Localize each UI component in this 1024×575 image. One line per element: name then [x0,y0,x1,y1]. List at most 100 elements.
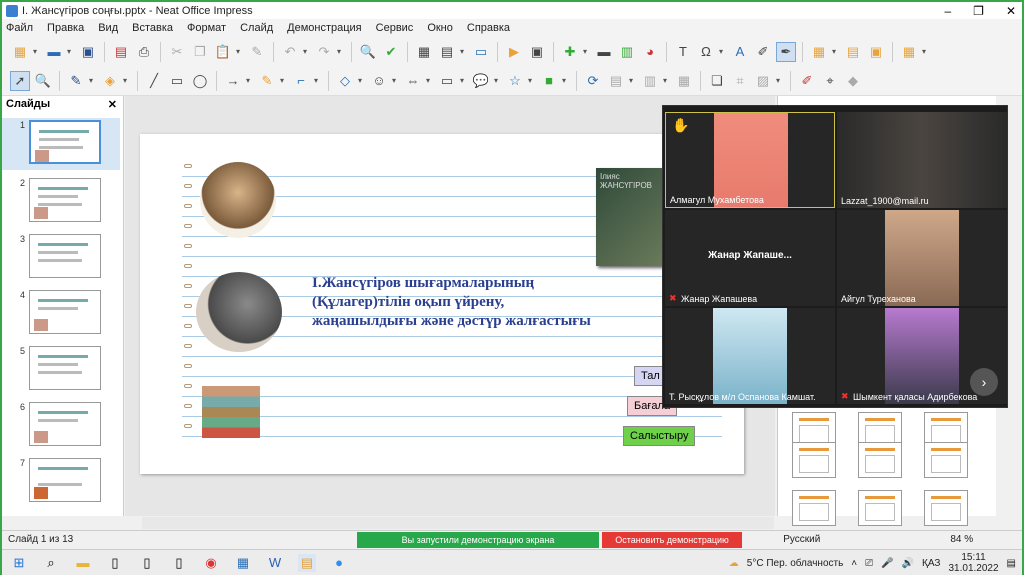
chevron-down-icon[interactable]: ▾ [123,76,131,85]
layout-thumbnail[interactable] [792,442,836,478]
new-icon[interactable]: ▦ [10,42,30,62]
export-pdf-icon[interactable]: ▤ [111,42,131,62]
chevron-down-icon[interactable]: ▾ [528,76,536,85]
menu-edit[interactable]: Правка [47,22,84,34]
textbox-icon[interactable]: T [673,42,693,62]
slide-thumbnail[interactable]: 5 [2,344,120,396]
chevron-down-icon[interactable]: ▾ [314,76,322,85]
connector-icon[interactable]: ⌐ [291,71,311,91]
redo-icon[interactable]: ↷ [314,42,334,62]
file-explorer-icon[interactable]: ▬ [74,554,92,572]
weather-text[interactable]: 5°C Пер. облачность [747,558,844,569]
chevron-down-icon[interactable]: ▾ [460,76,468,85]
slide-thumbnail[interactable]: 7 [2,456,120,508]
chevron-down-icon[interactable]: ▾ [236,47,244,56]
chevron-down-icon[interactable]: ▾ [583,47,591,56]
file-icon[interactable]: ▯ [170,554,188,572]
slide-thumbnail[interactable]: 2 [2,176,120,228]
slide-canvas[interactable]: І.Жансүгіров шығармаларының (Құлагер)тіл… [140,134,744,474]
format-paint-icon[interactable]: ✎ [247,42,267,62]
fontwork-icon[interactable]: A [730,42,750,62]
grid-icon[interactable]: ▦ [414,42,434,62]
book-cover-image[interactable]: Ілияс ЖАНСҮГІРОВ [596,168,662,266]
smiley-icon[interactable]: ☺ [369,71,389,91]
chrome-icon[interactable]: ◉ [202,554,220,572]
3d-object-icon[interactable]: ■ [539,71,559,91]
chevron-down-icon[interactable]: ▾ [358,76,366,85]
slide-thumbnail[interactable]: 3 [2,232,120,284]
next-page-button[interactable]: › [970,368,998,396]
chevron-down-icon[interactable]: ▾ [280,76,288,85]
save-icon[interactable]: ▣ [78,42,98,62]
paste-icon[interactable]: 📋 [213,42,233,62]
fill-color-icon[interactable]: ◈ [100,71,120,91]
rotate-icon[interactable]: ⟳ [583,71,603,91]
menu-slideshow[interactable]: Демонстрация [287,22,362,34]
print-icon[interactable]: ⎙ [134,42,154,62]
slideshow-start-icon[interactable]: ▶ [504,42,524,62]
align-icon[interactable]: ▤ [606,71,626,91]
arrow-icon[interactable]: → [223,71,243,91]
table-icon[interactable]: ▤ [437,42,457,62]
menu-view[interactable]: Вид [98,22,118,34]
layout-icon[interactable]: ▤ [843,42,863,62]
menu-tools[interactable]: Сервис [376,22,414,34]
pie-chart-icon[interactable]: ◕ [640,42,660,62]
slide-thumbnail[interactable]: 6 [2,400,120,452]
chevron-down-icon[interactable]: ▾ [922,47,930,56]
microphone-icon[interactable]: 🎤 [881,558,893,569]
curve-icon[interactable]: ✎ [257,71,277,91]
chevron-down-icon[interactable]: ▾ [663,76,671,85]
layout-thumbnail[interactable] [858,442,902,478]
clock[interactable]: 15:11 31.01.2022 [948,552,998,574]
star-icon[interactable]: ☆ [505,71,525,91]
callout-icon[interactable]: 💬 [471,71,491,91]
chevron-down-icon[interactable]: ▾ [562,76,570,85]
books-image[interactable] [202,386,260,438]
horizontal-scrollbar[interactable] [142,517,774,529]
design-icon[interactable]: ▦ [899,42,919,62]
participant-tile[interactable]: Айгул Туреханова [837,210,1007,306]
maximize-button[interactable]: ❐ [973,4,984,18]
video-call-overlay[interactable]: ✋ Алмагул Мухамбетова Lazzat_1900@mail.r… [662,105,1008,408]
chevron-down-icon[interactable]: ▾ [303,47,311,56]
portrait-image[interactable] [200,162,276,238]
open-icon[interactable]: ▬ [44,42,64,62]
image-icon[interactable]: ▭ [471,42,491,62]
ellipse-icon[interactable]: ◯ [190,71,210,91]
flowchart-icon[interactable]: ▭ [437,71,457,91]
chevron-down-icon[interactable]: ▾ [494,76,502,85]
stop-share-button[interactable]: Остановить демонстрацию [602,532,742,548]
talda-button[interactable]: Тал [634,366,664,386]
store-icon[interactable]: ▦ [234,554,252,572]
participant-tile[interactable]: ✋ Алмагул Мухамбетова [665,112,835,208]
zoom-app-icon[interactable]: ● [330,554,348,572]
participant-tile[interactable]: Т. Рысқұлов м/л Оспанова Камшат. [665,308,835,404]
crop-icon[interactable]: ⌗ [730,71,750,91]
copy-icon[interactable]: ❐ [190,42,210,62]
layout-thumbnail[interactable] [858,490,902,526]
zoom-icon[interactable]: 🔍 [33,71,53,91]
close-icon[interactable]: ✕ [108,98,117,111]
chevron-down-icon[interactable]: ▾ [89,76,97,85]
impress-icon[interactable]: ▤ [298,553,316,572]
volume-icon[interactable]: 🔊 [902,558,914,569]
search-icon[interactable]: ⌕ [42,554,60,572]
double-arrow-icon[interactable]: ⇔ [403,71,423,91]
chevron-up-icon[interactable]: ˄ [851,558,857,569]
language-indicator[interactable]: Русский [783,534,820,545]
spellcheck-icon[interactable]: ✔ [381,42,401,62]
zoom-level[interactable]: 84 % [950,534,973,545]
shadow-icon[interactable]: ❏ [707,71,727,91]
chart-icon[interactable]: ▥ [617,42,637,62]
duplicate-icon[interactable]: ▣ [866,42,886,62]
slide-thumbnail[interactable]: 1 [2,118,120,170]
chevron-down-icon[interactable]: ▾ [719,47,727,56]
find-replace-icon[interactable]: 🔍 [358,42,378,62]
chevron-down-icon[interactable]: ▾ [392,76,400,85]
menu-insert[interactable]: Вставка [132,22,173,34]
menu-window[interactable]: Окно [427,22,453,34]
notifications-icon[interactable]: ▤ [1007,558,1016,569]
new-slide-icon[interactable]: ✚ [560,42,580,62]
diamond-icon[interactable]: ◇ [335,71,355,91]
